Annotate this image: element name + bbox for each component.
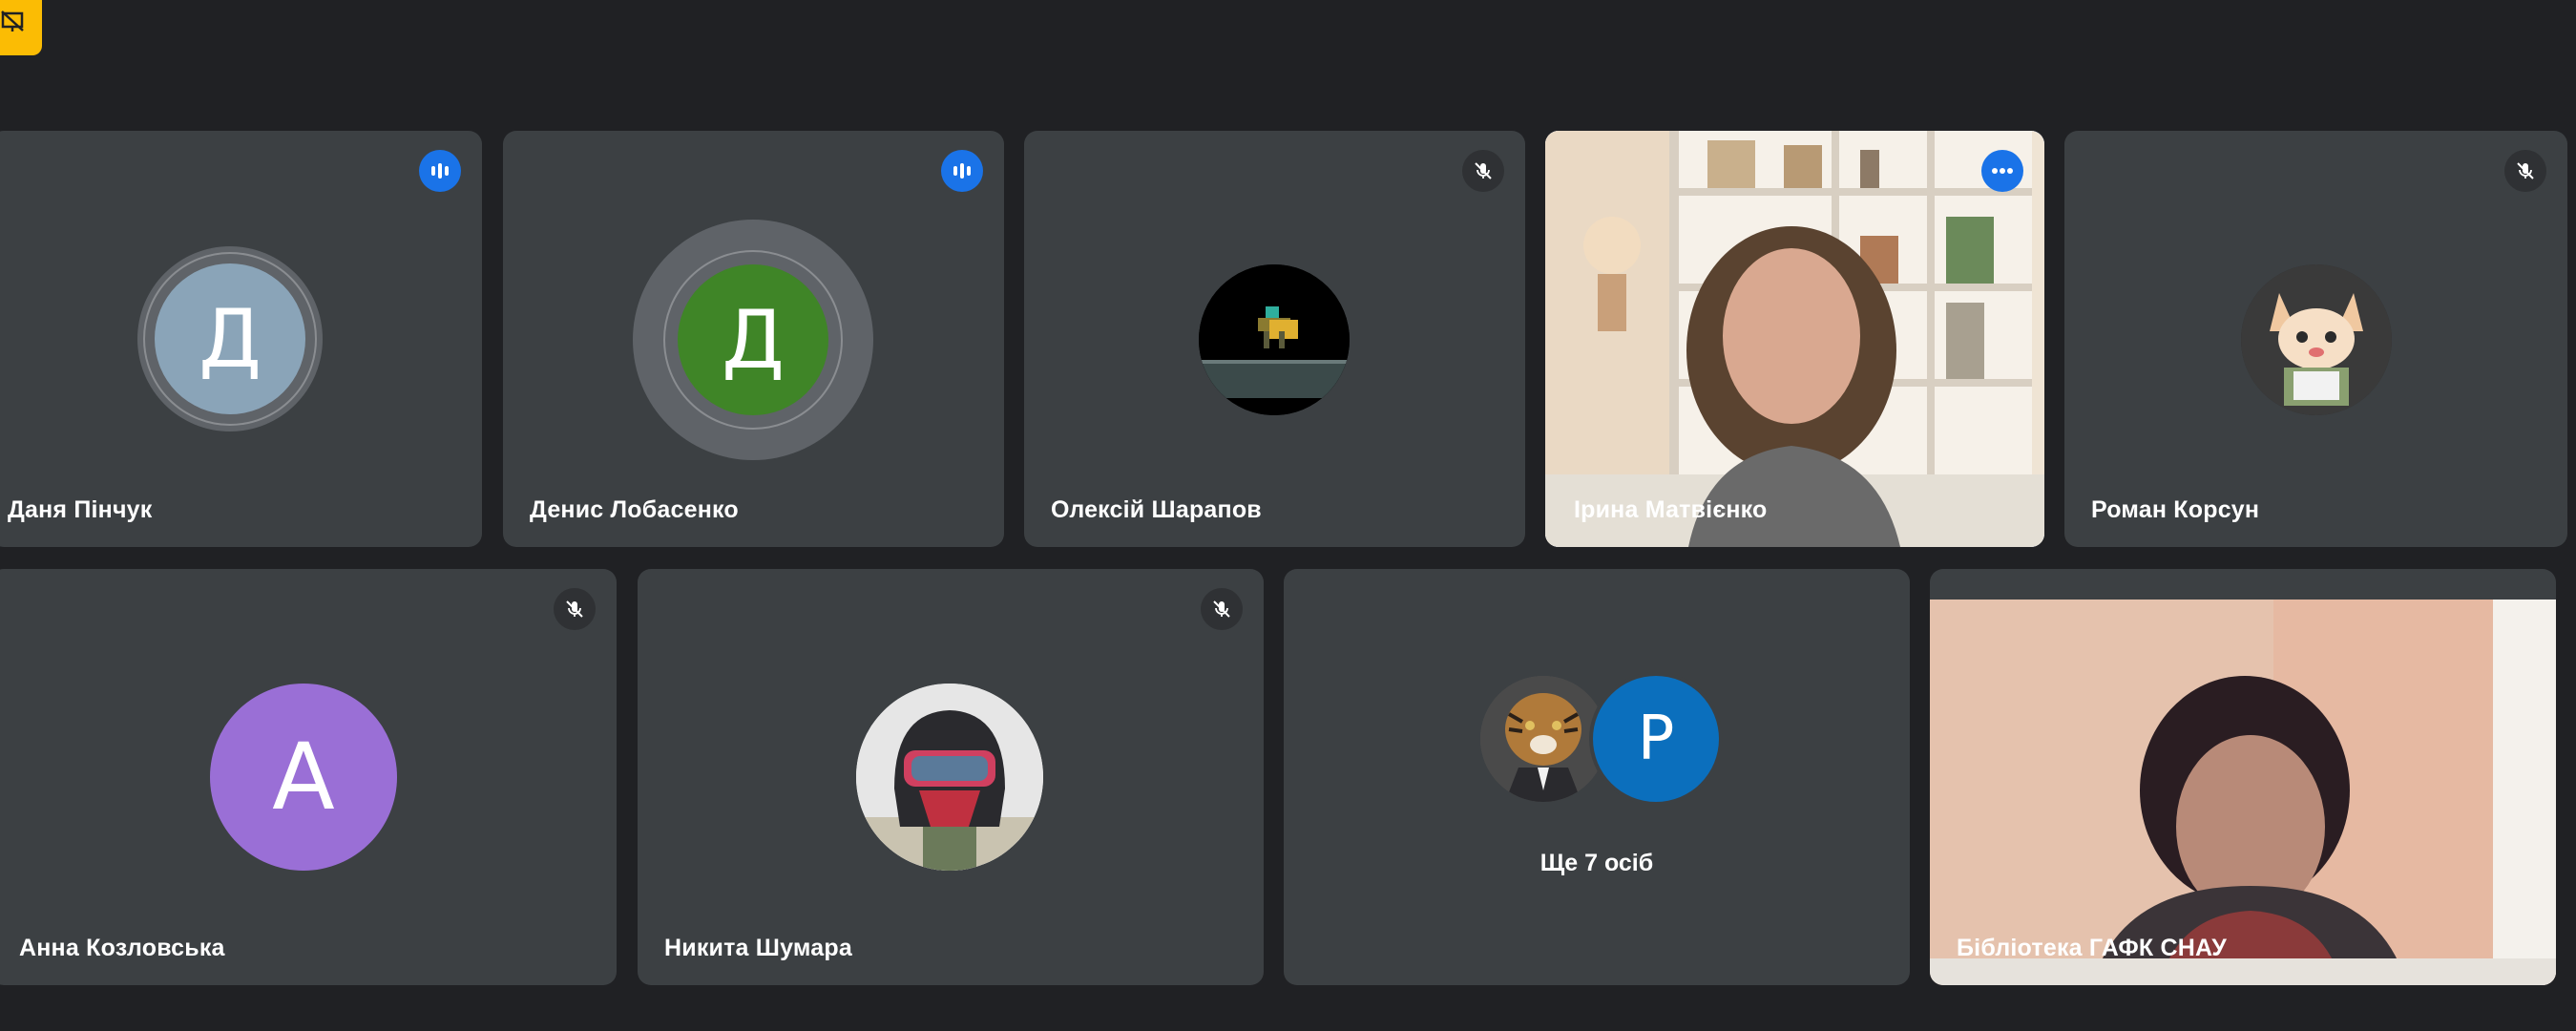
- tiger-photo: [1480, 676, 1606, 802]
- mic-off-icon: [1213, 600, 1230, 618]
- participant-tile[interactable]: Олексій Шарапов: [1024, 131, 1525, 547]
- participant-name: Даня Пінчук: [8, 496, 153, 523]
- avatar: [2241, 264, 2392, 415]
- avatar: [1199, 264, 1350, 415]
- muted-indicator: [554, 588, 596, 630]
- participant-name: Роман Корсун: [2091, 496, 2260, 523]
- avatar: Д: [678, 264, 828, 415]
- avatar: Д: [155, 263, 305, 414]
- participant-name: Ірина Матвієнко: [1574, 496, 1768, 523]
- muted-indicator: [1462, 150, 1504, 192]
- avatar: [856, 684, 1043, 871]
- participant-tile[interactable]: Бібліотека ГАФК СНАУ: [1930, 569, 2556, 985]
- presenting-badge[interactable]: [0, 0, 42, 55]
- speaking-indicator: [419, 150, 461, 192]
- video-feed: [1930, 600, 2556, 985]
- participant-tile[interactable]: Д Денис Лобасенко: [503, 131, 1004, 547]
- avatar-initial: Р: [1637, 704, 1675, 774]
- participant-name: Анна Козловська: [19, 935, 225, 961]
- avatar-initial: Д: [722, 293, 785, 387]
- avatar-initial: А: [272, 724, 335, 831]
- mic-off-icon: [1475, 162, 1492, 179]
- video-feed: [1545, 131, 2044, 547]
- participant-tile[interactable]: А Анна Козловська: [0, 569, 617, 985]
- mic-off-icon: [2517, 162, 2534, 179]
- participant-name: Бібліотека ГАФК СНАУ: [1957, 935, 2228, 961]
- presentation-icon: [1, 11, 24, 32]
- mic-off-icon: [566, 600, 583, 618]
- participant-name: Олексій Шарапов: [1051, 496, 1262, 523]
- speaking-indicator: [941, 150, 983, 192]
- avatar: Р: [1593, 676, 1719, 802]
- avatar: А: [210, 684, 397, 871]
- pixel-art-photo: [1199, 264, 1350, 415]
- audio-level-icon: [431, 163, 449, 179]
- overflow-participants-tile[interactable]: Р Ще 7 осіб: [1284, 569, 1910, 985]
- muted-indicator: [1201, 588, 1243, 630]
- participant-tile[interactable]: Д Даня Пінчук: [0, 131, 482, 547]
- muted-indicator: [2504, 150, 2546, 192]
- participant-tile[interactable]: Никита Шумара: [638, 569, 1264, 985]
- cartoon-cat-photo: [2241, 264, 2392, 415]
- participant-name: Денис Лобасенко: [530, 496, 739, 523]
- participant-name: Никита Шумара: [664, 935, 852, 961]
- avatar-initial: Д: [199, 292, 262, 386]
- more-participants-label: Ще 7 осіб: [1539, 850, 1654, 876]
- avatar: [1480, 676, 1606, 802]
- more-options-button[interactable]: [1981, 150, 2023, 192]
- more-horiz-icon: [1992, 168, 2013, 174]
- helmet-photo: [856, 684, 1043, 871]
- audio-level-icon: [953, 163, 971, 179]
- participant-tile[interactable]: Роман Корсун: [2064, 131, 2567, 547]
- participant-tile[interactable]: Ірина Матвієнко: [1545, 131, 2044, 547]
